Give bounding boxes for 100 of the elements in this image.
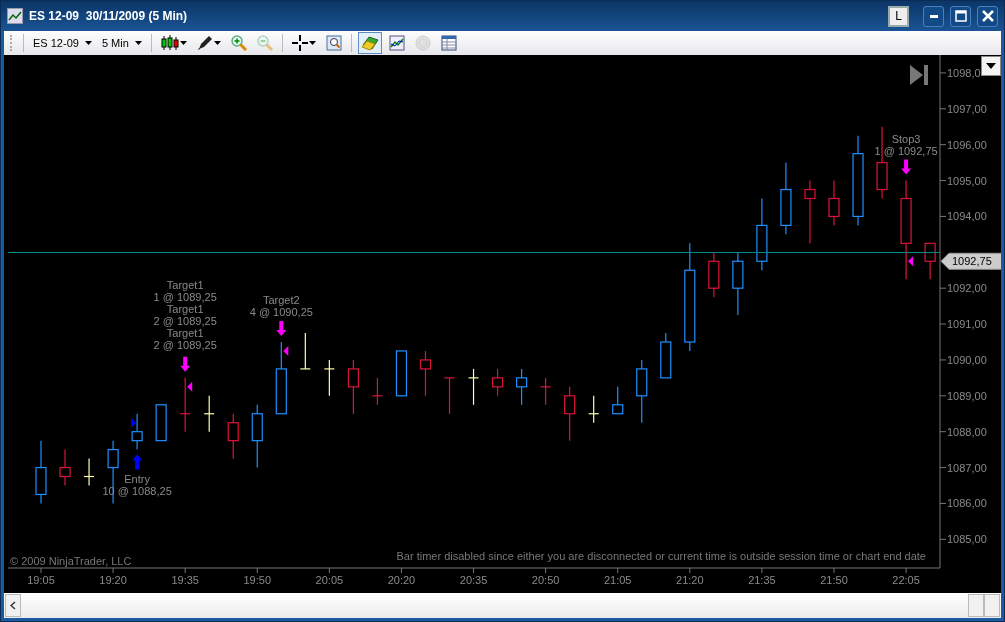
close-icon [981, 10, 994, 22]
time-axis-label: 19:35 [171, 574, 199, 586]
candle [443, 377, 456, 415]
candle [131, 413, 143, 451]
candlestick-icon [160, 35, 179, 51]
sell-arrow-icon [180, 356, 191, 372]
candle [828, 179, 840, 226]
candle [516, 368, 528, 406]
time-axis-label: 20:05 [315, 574, 344, 586]
candle [467, 368, 480, 406]
execution-marker-icon [187, 381, 193, 392]
price-axis-label: 1094,00 [947, 210, 987, 223]
time-axis-label: 19:20 [99, 574, 127, 586]
execution-label: Target2 4 @ 1090,25 [249, 294, 313, 319]
price-axis-label: 1091,00 [947, 318, 987, 331]
time-axis-label: 20:20 [387, 574, 416, 586]
candle [540, 377, 552, 406]
window-title: ES 12-09 30/11/2009 (5 Min) [29, 9, 189, 23]
chart-menu-button[interactable] [981, 56, 1001, 76]
buy-arrow-icon [132, 454, 143, 470]
time-axis-label: 20:50 [531, 574, 560, 586]
minimize-button[interactable] [923, 5, 944, 27]
candle [251, 404, 263, 469]
candle [203, 395, 215, 433]
skip-to-end-icon[interactable] [910, 65, 928, 85]
caret-icon [308, 41, 316, 45]
candle [491, 368, 504, 397]
candle [299, 332, 311, 370]
time-axis-label: 21:05 [603, 574, 632, 586]
price-axis-label: 1089,00 [947, 389, 987, 402]
crosshair-icon [291, 35, 308, 51]
price-axis-label: 1095,00 [947, 174, 987, 187]
scroll-thumb[interactable] [968, 594, 984, 617]
candle [395, 350, 408, 397]
candle [227, 413, 239, 460]
price-axis-label: 1085,00 [947, 533, 987, 546]
price-axis-label: 1097,00 [947, 102, 987, 115]
candle [732, 251, 744, 316]
sell-arrow-icon [276, 321, 287, 336]
money-icon [360, 35, 379, 51]
price-axis-label: 1088,00 [947, 425, 987, 438]
maximize-icon [954, 10, 967, 22]
minimize-icon [929, 14, 938, 18]
execution-marker-icon [908, 256, 914, 267]
caret-icon [84, 41, 92, 45]
price-axis-label: 1087,00 [947, 461, 987, 474]
caret-icon [213, 41, 221, 45]
time-axis-label: 19:05 [27, 574, 55, 586]
magnifier-window-icon [325, 35, 342, 51]
execution-marker-icon [283, 345, 289, 356]
candle [419, 350, 432, 397]
candle [660, 332, 672, 379]
zoom-out-icon [256, 35, 273, 51]
time-axis-label: 22:05 [892, 574, 920, 586]
table-icon [440, 35, 457, 51]
candle [35, 440, 47, 505]
sell-arrow-icon [901, 159, 912, 175]
candle [924, 242, 936, 280]
price-axis-label: 1096,00 [947, 138, 987, 151]
candle [59, 449, 71, 487]
candle [636, 359, 648, 424]
interval-dropdown[interactable]: 5 Min [98, 37, 145, 49]
candle [179, 377, 191, 433]
execution-label: Stop3 1 @ 1092,75 [874, 132, 938, 157]
chevron-left-icon [10, 601, 16, 610]
price-axis-label: 1086,00 [947, 497, 987, 510]
candle [588, 395, 600, 424]
candle [323, 359, 335, 397]
candle [564, 386, 576, 442]
caret-icon [986, 63, 996, 69]
pen-icon [196, 35, 213, 51]
instrument-dropdown[interactable]: ES 12-09 [30, 37, 95, 49]
time-axis-label: 21:50 [820, 574, 848, 586]
candle [612, 386, 624, 415]
price-axis-label: 1092,00 [947, 282, 987, 295]
caret-icon [179, 41, 187, 45]
time-axis-label: 21:20 [676, 574, 704, 586]
zoom-in-icon [230, 35, 247, 51]
bar-timer-notice: Bar timer disabled since either you are disconnected or current time is outside session time or chart end date [396, 550, 926, 562]
last-price-tag [940, 252, 1001, 270]
candle [83, 457, 95, 487]
close-button[interactable] [977, 5, 998, 27]
execution-label: Target1 1 @ 1089,25 Target1 2 @ 1089,25 Target1 2 @ 1089,25 [153, 279, 217, 352]
candle [371, 377, 384, 406]
candle [804, 179, 816, 244]
time-axis-label: 19:50 [243, 574, 272, 586]
caret-icon [134, 41, 142, 45]
last-price-label: 1092,75 [952, 255, 992, 268]
maximize-button[interactable] [950, 5, 971, 27]
price-axis-label: 1090,00 [947, 353, 987, 366]
chart-app-icon [7, 8, 23, 24]
copyright-text: © 2009 NinjaTrader, LLC [10, 555, 132, 567]
scroll-left-button[interactable] [5, 594, 21, 617]
candle [708, 251, 720, 298]
candle [155, 404, 167, 442]
candle [347, 359, 359, 415]
layout-button[interactable]: L [888, 5, 909, 27]
time-axis-label: 20:35 [459, 574, 488, 586]
price-axis-label: 1098,0 [947, 66, 981, 79]
time-axis-label: 21:35 [748, 574, 776, 586]
